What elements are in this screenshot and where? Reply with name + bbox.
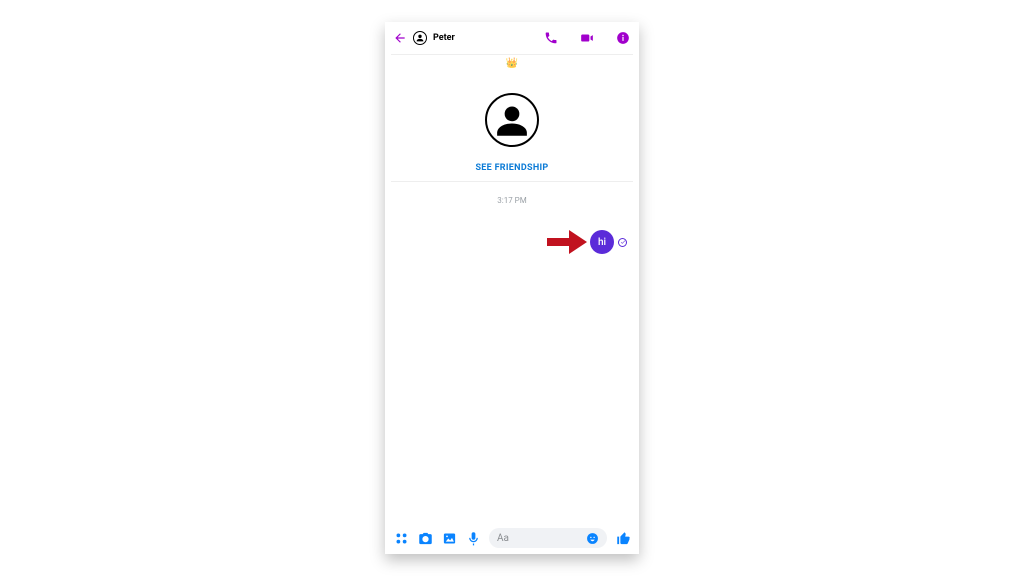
gallery-button[interactable] — [441, 530, 457, 546]
arrow-right-icon — [547, 230, 587, 254]
emoji-picker-button[interactable] — [585, 531, 599, 545]
chat-header: Peter — [385, 22, 639, 54]
crown-icon: 👑 — [506, 59, 518, 69]
contact-avatar-large[interactable] — [485, 93, 539, 147]
outgoing-message-bubble[interactable]: hi — [590, 230, 614, 254]
emoji-icon — [586, 532, 599, 545]
info-icon — [616, 31, 630, 45]
status-emoji-row: 👑 — [385, 55, 639, 75]
info-button[interactable] — [615, 30, 631, 46]
voice-call-button[interactable] — [543, 30, 559, 46]
see-friendship-link[interactable]: SEE FRIENDSHIP — [385, 163, 639, 173]
person-icon — [415, 33, 425, 43]
message-composer: Aa — [385, 522, 639, 554]
camera-button[interactable] — [417, 530, 433, 546]
outgoing-message-row: hi — [590, 230, 627, 254]
contact-profile-section — [385, 93, 639, 147]
video-call-button[interactable] — [579, 30, 595, 46]
back-button[interactable] — [393, 31, 407, 45]
message-input-placeholder: Aa — [497, 533, 579, 544]
annotation-arrow — [547, 230, 587, 254]
message-timestamp: 3:17 PM — [391, 196, 633, 205]
person-icon — [491, 99, 533, 141]
contact-name[interactable]: Peter — [433, 33, 455, 43]
arrow-left-icon — [393, 31, 407, 45]
more-apps-button[interactable] — [393, 530, 409, 546]
like-button[interactable] — [615, 530, 631, 546]
video-icon — [580, 31, 594, 45]
check-icon — [620, 239, 626, 245]
phone-icon — [544, 31, 558, 45]
camera-icon — [418, 531, 433, 546]
thumbs-up-icon — [616, 531, 631, 546]
grid-icon — [394, 531, 409, 546]
voice-clip-button[interactable] — [465, 530, 481, 546]
conversation-area[interactable]: 3:17 PM hi — [385, 182, 639, 522]
delivery-status — [618, 238, 627, 247]
microphone-icon — [466, 531, 481, 546]
messenger-chat-screen: Peter 👑 SEE FRIENDSHIP 3:17 PM — [385, 22, 639, 554]
image-icon — [442, 531, 457, 546]
message-input[interactable]: Aa — [489, 528, 607, 548]
contact-avatar-small[interactable] — [413, 31, 427, 45]
